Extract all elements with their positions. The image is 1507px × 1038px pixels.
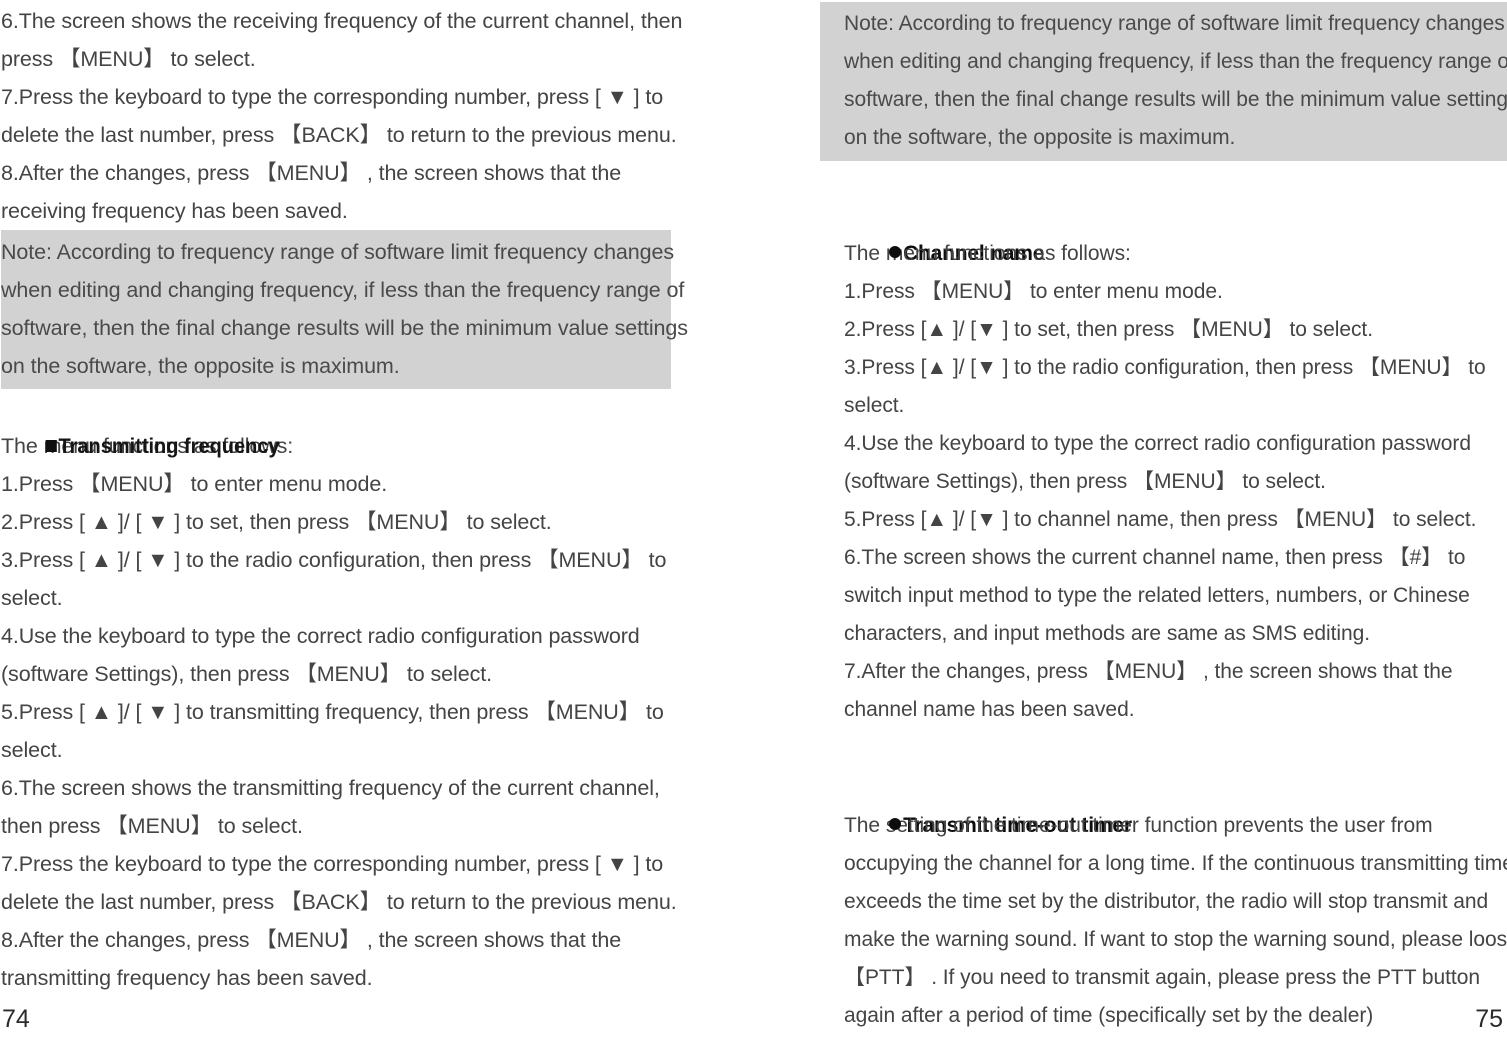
note-line: when editing and changing frequency, if … <box>844 50 1507 73</box>
text-line: occupying the channel for a long time. I… <box>844 852 1507 875</box>
text-line: delete the last number, press 【BACK】 to … <box>1 123 677 147</box>
text-line: 4.Use the keyboard to type the correct r… <box>844 432 1471 455</box>
note-line: software, then the final change results … <box>844 88 1507 111</box>
section-heading-channel-name: Channel name <box>844 197 1507 265</box>
text-line: 8.After the changes, press 【MENU】 , the … <box>1 928 622 952</box>
text-line: 【PTT】 . If you need to transmit again, p… <box>844 966 1480 989</box>
text-line: 3.Press [▲ ]/ [▼ ] to the radio configur… <box>844 356 1486 379</box>
text-line: The setting of the time-out timer functi… <box>844 814 1433 837</box>
section-heading-transmitting-frequency: Transmitting frequency <box>1 389 763 458</box>
text-line: 6.The screen shows the receiving frequen… <box>1 9 683 33</box>
manual-page-left: 6.The screen shows the receiving frequen… <box>0 0 820 1038</box>
text-line: (software Settings), then press 【MENU】 t… <box>844 470 1326 493</box>
text-line: (software Settings), then press 【MENU】 t… <box>1 662 492 686</box>
text-line: 5.Press [▲ ]/ [▼ ] to channel name, then… <box>844 508 1477 531</box>
text-line: 2.Press [ ▲ ]/ [ ▼ ] to set, then press … <box>1 510 552 534</box>
text-line: select. <box>1 586 63 610</box>
text-line: channel name has been saved. <box>844 698 1135 721</box>
text-line: 7.After the changes, press 【MENU】 , the … <box>844 660 1453 683</box>
text-line: receiving frequency has been saved. <box>1 199 348 223</box>
text-line: 6.The screen shows the current channel n… <box>844 546 1466 569</box>
paragraph-block: The menu functions as follows: 1.Press 【… <box>1 427 820 997</box>
text-line: The menu functions as follows: <box>844 242 1131 265</box>
text-line: 6.The screen shows the transmitting freq… <box>1 776 660 800</box>
text-line: switch input method to type the related … <box>844 584 1470 607</box>
text-line: 4.Use the keyboard to type the correct r… <box>1 624 640 648</box>
left-column-body: 6.The screen shows the receiving frequen… <box>1 0 820 997</box>
note-line: Note: According to frequency range of so… <box>1 240 675 264</box>
text-line: press 【MENU】 to select. <box>1 47 256 71</box>
text-line: delete the last number, press 【BACK】 to … <box>1 890 677 914</box>
text-line: 2.Press [▲ ]/ [▼ ] to set, then press 【M… <box>844 318 1373 341</box>
text-line: make the warning sound. If want to stop … <box>844 928 1507 951</box>
paragraph-block: The menu functions as follows: 1.Press 【… <box>844 235 1507 729</box>
note-block: Note: According to frequency range of so… <box>820 2 1507 161</box>
text-line: 5.Press [ ▲ ]/ [ ▼ ] to transmitting fre… <box>1 700 664 724</box>
text-line: 7.Press the keyboard to type the corresp… <box>1 85 664 109</box>
text-line: 1.Press 【MENU】 to enter menu mode. <box>1 472 388 496</box>
text-line: 1.Press 【MENU】 to enter menu mode. <box>844 280 1223 303</box>
section-heading-label: Transmitting frequency <box>58 434 280 458</box>
paragraph-block: The setting of the time-out timer functi… <box>844 807 1507 1035</box>
text-line: 7.Press the keyboard to type the corresp… <box>1 852 664 876</box>
text-line: transmitting frequency has been saved. <box>1 966 373 990</box>
text-line: select. <box>1 738 63 762</box>
text-line: 8.After the changes, press 【MENU】 , the … <box>1 161 622 185</box>
note-line: Note: According to frequency range of so… <box>844 12 1505 35</box>
text-line: then press 【MENU】 to select. <box>1 814 303 838</box>
text-line: again after a period of time (specifical… <box>844 1004 1374 1027</box>
text-line: characters, and input methods are same a… <box>844 622 1371 645</box>
manual-page-spread: 6.The screen shows the receiving frequen… <box>0 0 1507 1038</box>
note-line: on the software, the opposite is maximum… <box>1 354 400 378</box>
note-line: when editing and changing frequency, if … <box>1 278 685 302</box>
paragraph-block: 6.The screen shows the receiving frequen… <box>1 2 820 230</box>
manual-page-right: Note: According to frequency range of so… <box>820 0 1507 1038</box>
note-line: on the software, the opposite is maximum… <box>844 126 1236 149</box>
text-line: 3.Press [ ▲ ]/ [ ▼ ] to the radio config… <box>1 548 667 572</box>
right-column-body: Note: According to frequency range of so… <box>820 0 1507 1035</box>
page-number: 74 <box>2 1005 30 1033</box>
text-line: select. <box>844 394 905 417</box>
page-number: 75 <box>1475 1005 1503 1033</box>
section-heading-transmit-time-out-timer: Transmit time-out timer <box>844 769 1507 837</box>
text-line: exceeds the time set by the distributor,… <box>844 890 1489 913</box>
note-line: software, then the final change results … <box>1 316 688 340</box>
note-block: Note: According to frequency range of so… <box>1 230 688 389</box>
square-bullet-icon <box>45 440 57 453</box>
